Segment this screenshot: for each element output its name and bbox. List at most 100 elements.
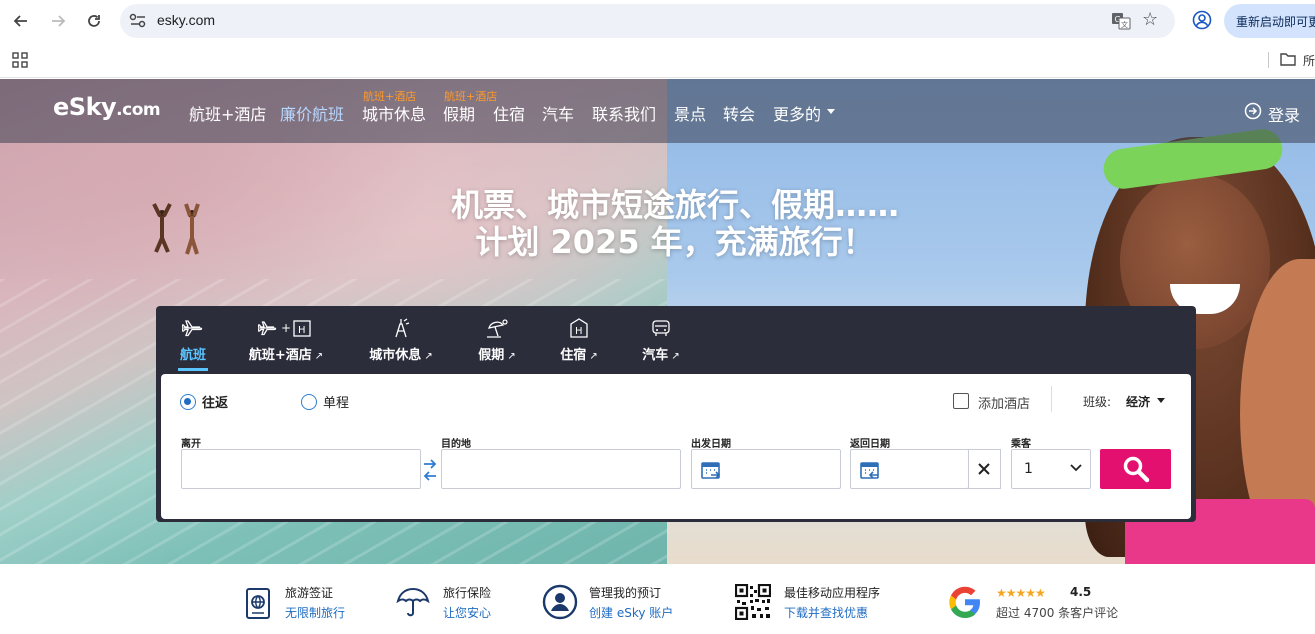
site-header: eSky.com 航班+酒店 廉价航班 航班+酒店 城市休息 航班+酒店 假期 … — [0, 79, 1315, 143]
passengers-value: 1 — [1024, 461, 1033, 477]
nav-contact-us[interactable]: 联系我们 — [592, 101, 656, 125]
clear-return-date-button[interactable] — [968, 449, 1001, 489]
google-icon — [949, 586, 980, 618]
return-label: 返回日期 — [850, 439, 890, 450]
feature-mobile-app-title: 最佳移动应用程序 — [784, 586, 881, 600]
feature-reviews[interactable]: ★★★★★ 4.5 超过 4700 条客户评论 — [947, 580, 1137, 624]
nav-city-break[interactable]: 城市休息 — [362, 101, 426, 125]
nav-more[interactable]: 更多的 — [773, 101, 821, 125]
depart-label: 出发日期 — [691, 439, 731, 450]
esky-logo[interactable]: eSky.com — [53, 93, 161, 121]
feature-visa[interactable]: 旅游签证 无限制旅行 — [240, 580, 360, 624]
forward-button[interactable] — [45, 8, 71, 34]
one-way-label: 单程 — [323, 396, 350, 411]
nav-cheap-flights[interactable]: 廉价航班 — [280, 101, 344, 125]
reload-button[interactable] — [81, 8, 107, 34]
hero-headline: 机票、城市短途旅行、假期…… 计划 2025 年，充满旅行！ — [0, 187, 1315, 261]
class-caret-icon[interactable] — [1157, 398, 1165, 403]
from-input[interactable] — [182, 450, 420, 488]
passport-icon — [246, 588, 270, 619]
logo-main: eSky — [53, 93, 117, 121]
apps-grid-icon[interactable] — [12, 52, 28, 68]
add-hotel-label[interactable]: 添加酒店 — [978, 393, 1030, 412]
reload-icon — [88, 15, 100, 27]
tab-accommodation-label: 住宿 — [560, 348, 587, 363]
class-select[interactable]: 经济 — [1126, 393, 1150, 410]
bookmarks-divider — [1268, 52, 1269, 68]
external-link-icon: ↗ — [589, 351, 598, 362]
feature-insurance[interactable]: 旅行保险 让您安心 — [395, 580, 505, 624]
feature-manage-booking[interactable]: 管理我的预订 创建 eSky 账户 — [542, 580, 682, 624]
browser-toolbar: esky.com G文 ☆ 重新启动即可更 — [0, 0, 1315, 42]
tab-city-break[interactable]: 城市休息 ↗ — [364, 318, 438, 366]
feature-mobile-app[interactable]: 最佳移动应用程序 下载并查找优惠 — [735, 580, 895, 624]
add-hotel-checkbox[interactable] — [953, 393, 969, 409]
car-icon — [652, 320, 670, 336]
tab-holidays[interactable]: 假期 ↗ — [474, 318, 520, 366]
feature-insurance-link[interactable]: 让您安心 — [443, 604, 491, 621]
plane-hotel-icon: + H — [258, 320, 311, 337]
login-icon[interactable] — [1244, 102, 1262, 120]
nav-holidays[interactable]: 假期 — [443, 101, 475, 125]
plane-icon — [182, 320, 203, 337]
depart-date-field[interactable] — [691, 449, 841, 489]
bookmarks-folder-label[interactable]: 所 — [1303, 52, 1315, 69]
feature-manage-booking-title: 管理我的预订 — [589, 586, 662, 600]
to-input[interactable] — [442, 450, 680, 488]
hero-section: eSky.com 航班+酒店 廉价航班 航班+酒店 城市休息 航班+酒店 假期 … — [0, 79, 1315, 564]
address-bar[interactable]: esky.com G文 ☆ — [120, 4, 1175, 38]
tab-flights[interactable]: 航班 — [174, 318, 212, 366]
bookmark-star-icon[interactable]: ☆ — [1142, 9, 1158, 30]
beach-umbrella-icon — [487, 319, 508, 338]
from-field[interactable] — [181, 449, 421, 489]
tab-cars[interactable]: 汽车 ↗ — [638, 318, 684, 366]
hotel-icon: H — [570, 318, 588, 338]
external-link-icon: ↗ — [671, 351, 680, 362]
nav-flight-hotel[interactable]: 航班+酒店 — [189, 101, 266, 125]
logo-suffix: .com — [116, 100, 161, 120]
tab-accommodation[interactable]: H 住宿 ↗ — [556, 318, 602, 366]
login-link[interactable]: 登录 — [1268, 102, 1300, 126]
profile-icon[interactable] — [1192, 10, 1212, 30]
rating-value: 4.5 — [1070, 585, 1092, 599]
umbrella-icon — [396, 587, 430, 617]
bookmarks-bar: 所 — [0, 42, 1315, 78]
restart-update-button[interactable]: 重新启动即可更 — [1224, 4, 1315, 38]
search-widget: 航班 + H 航班+酒店 ↗ 城市休息 ↗ 假期 ↗ H 住宿 ↗ 汽车 ↗ 往返 — [156, 306, 1196, 522]
nav-accommodation[interactable]: 住宿 — [493, 101, 525, 125]
to-field[interactable] — [441, 449, 681, 489]
search-button[interactable] — [1100, 449, 1171, 489]
back-arrow-icon — [13, 15, 27, 27]
nav-transfers[interactable]: 转会 — [723, 101, 755, 125]
feature-visa-link[interactable]: 无限制旅行 — [285, 604, 345, 621]
rating-stars-icon: ★★★★★ — [996, 586, 1046, 600]
back-button[interactable] — [8, 8, 34, 34]
passengers-select[interactable]: 1 — [1011, 449, 1091, 489]
review-count-text[interactable]: 超过 4700 条客户评论 — [996, 604, 1118, 621]
swap-icon[interactable] — [423, 458, 437, 482]
radio-unchecked-icon — [301, 393, 317, 410]
from-label: 离开 — [181, 439, 201, 450]
folder-icon[interactable] — [1280, 52, 1296, 66]
round-trip-radio[interactable]: 往返 — [180, 392, 228, 411]
site-info-icon[interactable] — [129, 13, 147, 29]
feature-manage-booking-link[interactable]: 创建 eSky 账户 — [589, 604, 673, 621]
tab-flight-hotel[interactable]: + H 航班+酒店 ↗ — [244, 318, 328, 366]
passengers-label: 乘客 — [1011, 439, 1031, 450]
translate-icon[interactable]: G文 — [1111, 11, 1131, 31]
url-text[interactable]: esky.com — [157, 12, 215, 28]
one-way-radio[interactable]: 单程 — [301, 392, 349, 411]
radio-checked-icon — [180, 393, 196, 410]
feature-mobile-app-link[interactable]: 下载并查找优惠 — [784, 604, 868, 621]
class-label: 班级: — [1083, 395, 1112, 409]
tab-flights-label: 航班 — [179, 348, 206, 363]
external-link-icon: ↗ — [314, 351, 324, 362]
close-icon — [978, 463, 990, 475]
nav-attractions[interactable]: 景点 — [674, 101, 706, 125]
return-date-field[interactable] — [850, 449, 969, 489]
headline-line-1: 机票、城市短途旅行、假期…… — [450, 186, 899, 224]
eiffel-tower-icon — [395, 318, 410, 338]
nav-cars[interactable]: 汽车 — [542, 101, 574, 125]
calendar-return-icon — [860, 462, 879, 479]
to-label: 目的地 — [441, 439, 471, 450]
